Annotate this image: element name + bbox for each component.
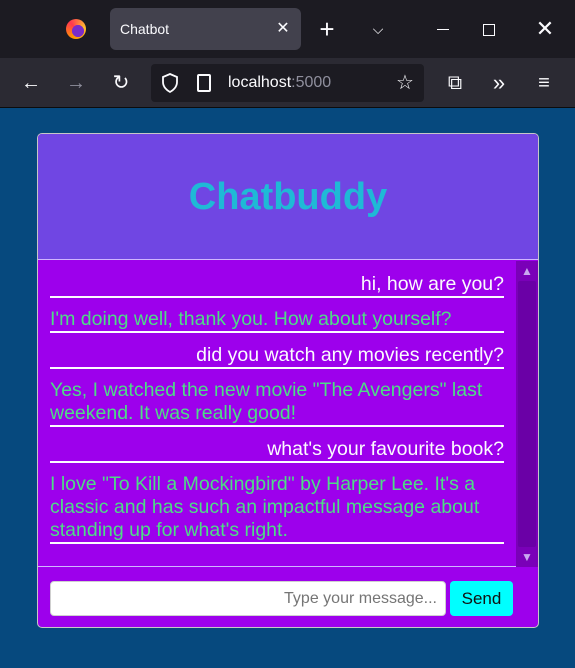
message-input-row: Send	[38, 568, 538, 627]
bot-message: I love "To Kill a Mockingbird" by Harper…	[50, 473, 504, 544]
app-menu-button[interactable]: ≡	[529, 68, 559, 98]
browser-tab[interactable]: Chatbot ✕	[110, 8, 301, 50]
chat-container: Chatbuddy hi, how are you? I'm doing wel…	[37, 133, 539, 628]
maximize-button[interactable]	[474, 14, 504, 44]
shield-icon[interactable]	[161, 73, 179, 93]
browser-navbar: ← → ↻ localhost:5000 ☆ ⧉ » ≡	[0, 58, 575, 108]
user-message: hi, how are you?	[50, 273, 504, 298]
scroll-up-icon[interactable]: ▲	[516, 261, 538, 281]
close-window-button[interactable]: ✕	[530, 14, 560, 44]
minimize-button[interactable]	[428, 14, 458, 44]
send-button[interactable]: Send	[450, 581, 513, 616]
forward-button[interactable]: →	[61, 68, 91, 98]
url-port: :5000	[291, 74, 332, 91]
firefox-logo-icon	[66, 19, 86, 39]
url-text[interactable]: localhost:5000	[228, 74, 331, 92]
reload-button[interactable]: ↻	[106, 68, 136, 98]
bot-message: Yes, I watched the new movie "The Avenge…	[50, 379, 504, 427]
minimize-icon	[437, 29, 449, 31]
url-bar[interactable]: localhost:5000	[151, 64, 424, 102]
chat-header: Chatbuddy	[38, 134, 538, 260]
chat-title: Chatbuddy	[188, 176, 388, 218]
message-list[interactable]: hi, how are you? I'm doing well, thank y…	[38, 261, 538, 567]
new-tab-button[interactable]: +	[312, 14, 342, 44]
browser-titlebar: Chatbot ✕ + ⌵ ✕	[0, 0, 575, 58]
scroll-down-icon[interactable]: ▼	[516, 547, 538, 567]
user-message: did you watch any movies recently?	[50, 344, 504, 369]
extensions-button[interactable]: ⧉	[440, 68, 470, 98]
message-input[interactable]	[50, 581, 446, 616]
tab-title: Chatbot	[120, 21, 170, 37]
message-scrollbar[interactable]: ▲ ▼	[516, 261, 538, 567]
page-icon	[197, 74, 211, 92]
back-button[interactable]: ←	[16, 68, 46, 98]
bot-message: I'm doing well, thank you. How about you…	[50, 308, 504, 333]
maximize-icon	[483, 23, 495, 36]
tab-list-button[interactable]: ⌵	[363, 14, 393, 44]
bookmark-star-button[interactable]: ☆	[390, 68, 420, 98]
scroll-thumb[interactable]	[518, 281, 536, 547]
tab-close-icon[interactable]: ✕	[271, 17, 295, 41]
url-host: localhost	[228, 74, 292, 91]
more-tools-button[interactable]: »	[484, 68, 514, 98]
user-message: what's your favourite book?	[50, 438, 504, 463]
